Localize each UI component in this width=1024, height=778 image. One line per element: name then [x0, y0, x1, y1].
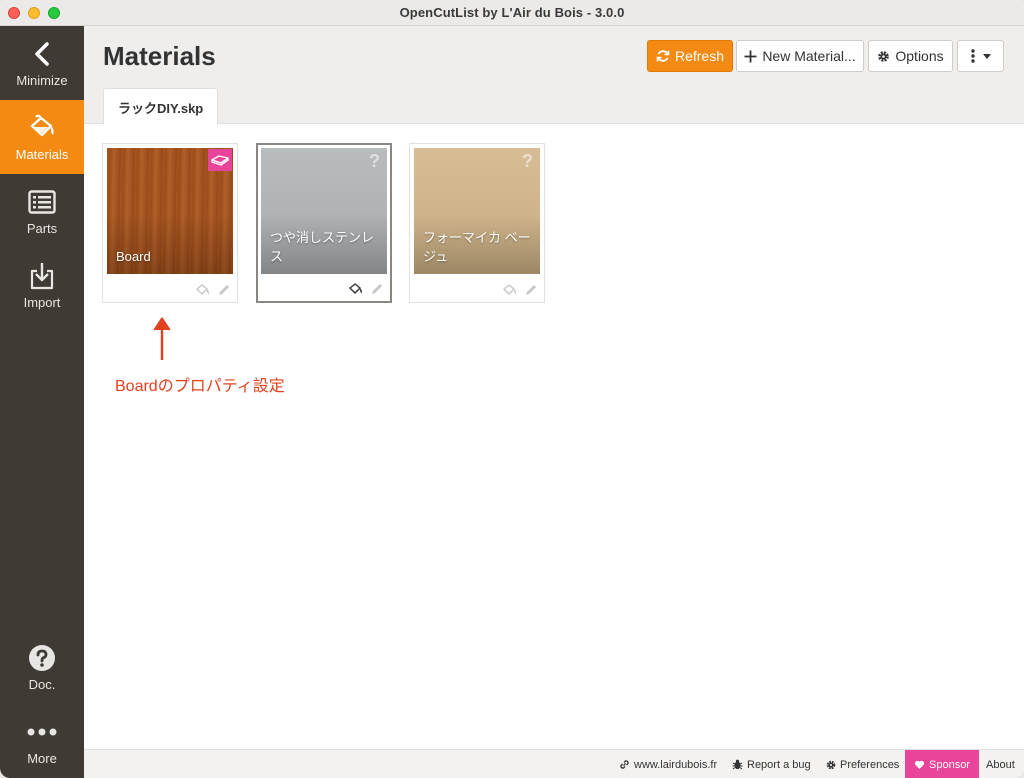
page-title: Materials: [103, 41, 216, 71]
options-button-label: Options: [895, 48, 944, 64]
material-card-formica-beige[interactable]: ? フォーマイカ ベージュ: [409, 143, 545, 303]
more-actions-dropdown[interactable]: [957, 40, 1004, 72]
card-actions: [502, 283, 538, 297]
sponsor-label: Sponsor: [929, 758, 970, 771]
new-material-button-label: New Material...: [762, 48, 856, 64]
paint-bucket-icon: [27, 113, 57, 143]
paint-bucket-icon[interactable]: [195, 283, 211, 297]
paint-bucket-icon[interactable]: [502, 283, 518, 297]
preferences-label: Preferences: [840, 758, 900, 771]
report-bug-link[interactable]: Report a bug: [732, 750, 811, 778]
material-card-matte-stainless[interactable]: ? つや消しステンレス: [256, 143, 392, 303]
ellipsis-icon: [27, 717, 57, 747]
preferences-link[interactable]: Preferences: [826, 750, 899, 778]
footer: www.lairdubois.fr Report a bug Preferenc…: [84, 749, 1024, 778]
pencil-icon[interactable]: [524, 283, 538, 297]
about-label: About: [986, 758, 1015, 771]
material-name: フォーマイカ ベージュ: [423, 230, 531, 264]
chevron-left-icon: [33, 39, 51, 69]
card-actions: [195, 283, 231, 297]
title-bar: OpenCutList by L'Air du Bois - 3.0.0: [0, 0, 1024, 26]
caret-down-icon: [982, 53, 991, 59]
sidebar-item-minimize[interactable]: Minimize: [0, 26, 84, 100]
sidebar: Minimize Materials Parts Import Doc. Mor…: [0, 26, 84, 778]
sidebar-item-label: Minimize: [16, 72, 68, 88]
import-icon: [29, 261, 55, 291]
tab-model-file[interactable]: ラックDIY.skp: [103, 88, 219, 125]
window-controls: [8, 7, 60, 19]
sidebar-item-import[interactable]: Import: [0, 248, 84, 322]
material-thumbnail[interactable]: ? つや消しステンレス: [261, 148, 387, 274]
question-icon: ?: [369, 151, 380, 171]
sidebar-item-label: Doc.: [28, 676, 56, 692]
gear-icon: [878, 50, 890, 62]
refresh-icon: [656, 50, 670, 62]
plus-icon: [744, 50, 757, 62]
material-thumbnail[interactable]: ? フォーマイカ ベージュ: [414, 148, 540, 274]
paint-bucket-icon[interactable]: [348, 282, 364, 296]
pencil-icon[interactable]: [217, 283, 231, 297]
annotation-arrow: [153, 317, 171, 360]
sidebar-item-label: Materials: [15, 146, 69, 162]
gear-icon: [826, 760, 836, 769]
website-link-label: www.lairdubois.fr: [634, 758, 718, 771]
refresh-button[interactable]: Refresh: [647, 40, 733, 72]
sponsor-button[interactable]: Sponsor: [905, 750, 979, 778]
close-window-button[interactable]: [8, 7, 20, 19]
list-icon: [28, 187, 56, 217]
window-title: OpenCutList by L'Air du Bois - 3.0.0: [399, 5, 625, 20]
app-window: OpenCutList by L'Air du Bois - 3.0.0 Min…: [0, 0, 1024, 778]
material-thumbnail[interactable]: Board: [107, 148, 233, 274]
bug-icon: [732, 759, 743, 770]
tab-label: ラックDIY.skp: [118, 100, 204, 116]
report-bug-label: Report a bug: [747, 758, 811, 771]
material-card-board[interactable]: Board: [102, 143, 238, 303]
sponsor-icon: [914, 760, 925, 769]
about-link[interactable]: About: [986, 750, 1015, 778]
maximize-window-button[interactable]: [48, 7, 60, 19]
website-link[interactable]: www.lairdubois.fr: [619, 750, 717, 778]
refresh-button-label: Refresh: [674, 48, 725, 64]
sidebar-item-label: Import: [23, 294, 61, 310]
new-material-button[interactable]: New Material...: [736, 40, 864, 72]
pencil-icon[interactable]: [370, 282, 384, 296]
sidebar-item-label: Parts: [26, 220, 58, 236]
minimize-window-button[interactable]: [28, 7, 40, 19]
sidebar-item-more[interactable]: More: [0, 704, 84, 778]
material-name: Board: [116, 249, 151, 264]
header: Materials Refresh New Material... Option: [84, 26, 1024, 125]
vertical-ellipsis-icon: [970, 49, 975, 63]
link-icon: [620, 760, 629, 769]
question-circle-icon: [28, 643, 56, 673]
sheet-good-icon: [208, 149, 232, 171]
sidebar-item-doc[interactable]: Doc.: [0, 630, 84, 704]
material-name: つや消しステンレス: [270, 230, 375, 264]
sidebar-item-materials[interactable]: Materials: [0, 100, 84, 174]
options-button[interactable]: Options: [868, 40, 953, 72]
sidebar-item-label: More: [27, 750, 57, 766]
annotation-text: Boardのプロパティ設定: [115, 378, 285, 395]
sidebar-item-parts[interactable]: Parts: [0, 174, 84, 248]
card-actions: [348, 282, 384, 296]
question-icon: ?: [522, 151, 533, 171]
